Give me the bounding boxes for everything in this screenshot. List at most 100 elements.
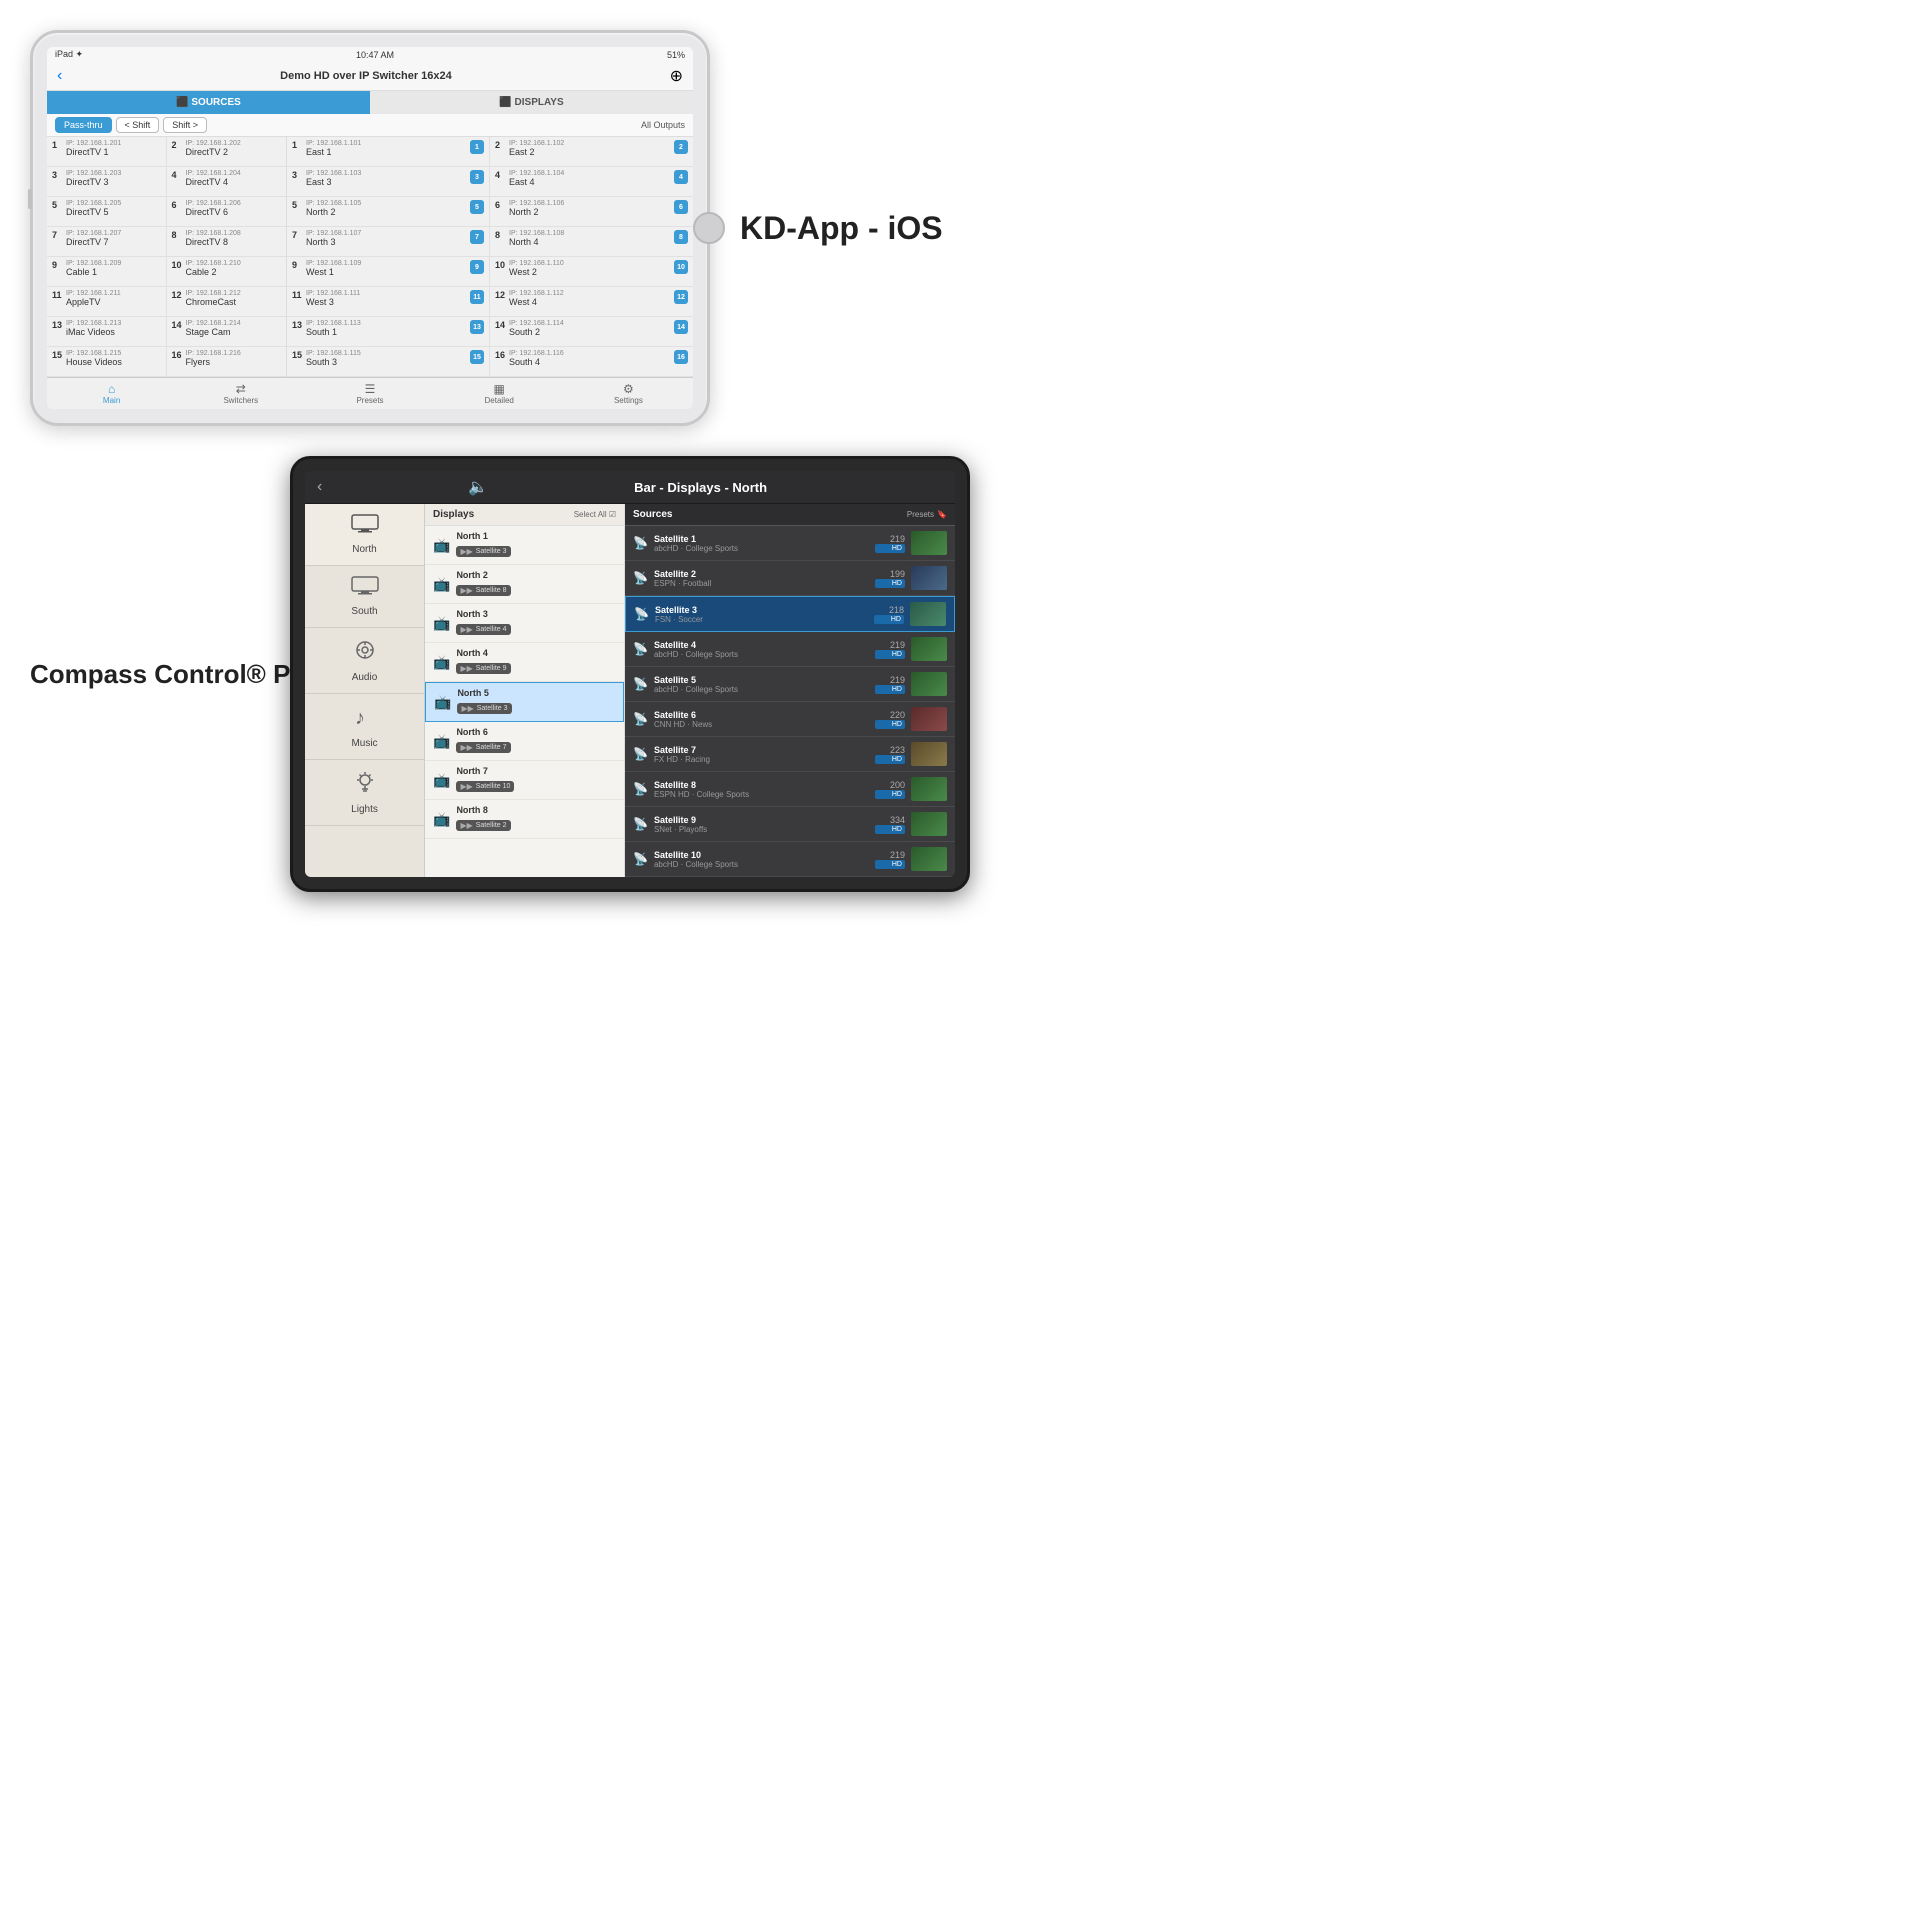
source-cell-12[interactable]: 12 IP: 192.168.1.212 ChromeCast bbox=[167, 287, 287, 317]
display-cell-14[interactable]: 14 14 IP: 192.168.1.114 South 2 bbox=[490, 317, 693, 347]
source-item-sat1[interactable]: 📡 Satellite 1 abcHD · College Sports 219… bbox=[625, 526, 955, 561]
tab-sources-label: ⬛ SOURCES bbox=[176, 97, 241, 108]
tablet-volume-icon[interactable]: 🔈 bbox=[468, 477, 488, 497]
display-item-north7[interactable]: 📺 North 7 ▶▶ Satellite 10 bbox=[425, 761, 624, 800]
north-display-icon bbox=[351, 514, 379, 540]
source-icon-9: 📡 bbox=[633, 817, 648, 831]
sources-grid: 1 IP: 192.168.1.201 DirectTV 1 2 IP: 192… bbox=[47, 137, 286, 377]
shift-left-button[interactable]: < Shift bbox=[116, 117, 160, 133]
display-tv-icon-3: 📺 bbox=[433, 615, 450, 632]
display-cell-8[interactable]: 8 8 IP: 192.168.1.108 North 4 bbox=[490, 227, 693, 257]
display-cell-7[interactable]: 7 7 IP: 192.168.1.107 North 3 bbox=[287, 227, 490, 257]
display-cell-5[interactable]: 5 5 IP: 192.168.1.105 North 2 bbox=[287, 197, 490, 227]
display-cell-6[interactable]: 6 6 IP: 192.168.1.106 North 2 bbox=[490, 197, 693, 227]
source-cell-3[interactable]: 3 IP: 192.168.1.203 DirectTV 3 bbox=[47, 167, 167, 197]
source-cell-14[interactable]: 14 IP: 192.168.1.214 Stage Cam bbox=[167, 317, 287, 347]
main-icon: ⌂ bbox=[49, 382, 174, 396]
source-thumb-1 bbox=[911, 531, 947, 555]
display-cell-13[interactable]: 13 13 IP: 192.168.1.113 South 1 bbox=[287, 317, 490, 347]
source-item-sat7[interactable]: 📡 Satellite 7 FX HD · Racing 223 HD bbox=[625, 737, 955, 772]
source-cell-13[interactable]: 13 IP: 192.168.1.213 iMac Videos bbox=[47, 317, 167, 347]
tab-sources[interactable]: ⬛ SOURCES bbox=[47, 91, 370, 114]
display-cell-4[interactable]: 4 4 IP: 192.168.1.104 East 4 bbox=[490, 167, 693, 197]
source-icon-10: 📡 bbox=[633, 852, 648, 866]
sidebar-item-lights[interactable]: Lights bbox=[305, 760, 424, 826]
tablet-screen: ‹ 🔈 Bar - Displays - North bbox=[305, 471, 955, 877]
source-cell-16[interactable]: 16 IP: 192.168.1.216 Flyers bbox=[167, 347, 287, 377]
ios-status-bar: iPad ✦ 10:47 AM 51% bbox=[47, 47, 693, 62]
display-item-north4[interactable]: 📺 North 4 ▶▶ Satellite 9 bbox=[425, 643, 624, 682]
display-cell-1[interactable]: 1 1 IP: 192.168.1.101 East 1 bbox=[287, 137, 490, 167]
display-item-north6[interactable]: 📺 North 6 ▶▶ Satellite 7 bbox=[425, 722, 624, 761]
source-item-sat3[interactable]: 📡 Satellite 3 FSN · Soccer 218 HD bbox=[625, 596, 955, 632]
tablet-sources-panel: Sources Presets 🔖 📡 Satellite 1 abcHD · … bbox=[625, 504, 955, 877]
bookmark-icon: 🔖 bbox=[937, 510, 947, 519]
tablet-back-button[interactable]: ‹ bbox=[317, 478, 322, 496]
display-cell-12[interactable]: 12 12 IP: 192.168.1.112 West 4 bbox=[490, 287, 693, 317]
tablet-content: North South bbox=[305, 504, 955, 877]
display-item-north3[interactable]: 📺 North 3 ▶▶ Satellite 4 bbox=[425, 604, 624, 643]
tab-displays[interactable]: ⬛ DISPLAYS bbox=[370, 91, 693, 114]
display-item-north1[interactable]: 📺 North 1 ▶▶ Satellite 3 bbox=[425, 526, 624, 565]
source-thumb-5 bbox=[911, 672, 947, 696]
bottom-tab-settings[interactable]: ⚙ Settings bbox=[564, 378, 693, 409]
source-cell-4[interactable]: 4 IP: 192.168.1.204 DirectTV 4 bbox=[167, 167, 287, 197]
source-item-sat10[interactable]: 📡 Satellite 10 abcHD · College Sports 21… bbox=[625, 842, 955, 877]
ios-nav-bar: ‹ Demo HD over IP Switcher 16x24 ⊕ bbox=[47, 62, 693, 91]
bottom-tab-presets[interactable]: ☰ Presets bbox=[305, 378, 434, 409]
sidebar-item-north[interactable]: North bbox=[305, 504, 424, 566]
display-cell-10[interactable]: 10 10 IP: 192.168.1.110 West 2 bbox=[490, 257, 693, 287]
select-all-button[interactable]: Select All ☑ bbox=[574, 510, 616, 519]
back-button[interactable]: ‹ bbox=[57, 67, 62, 85]
source-cell-7[interactable]: 7 IP: 192.168.1.207 DirectTV 7 bbox=[47, 227, 167, 257]
source-cell-15[interactable]: 15 IP: 192.168.1.215 House Videos bbox=[47, 347, 167, 377]
display-cell-2[interactable]: 2 2 IP: 192.168.1.102 East 2 bbox=[490, 137, 693, 167]
source-thumb-2 bbox=[911, 566, 947, 590]
source-icon-1: 📡 bbox=[633, 536, 648, 550]
bottom-tab-detailed[interactable]: ▦ Detailed bbox=[435, 378, 564, 409]
source-cell-1[interactable]: 1 IP: 192.168.1.201 DirectTV 1 bbox=[47, 137, 167, 167]
display-cell-9[interactable]: 9 9 IP: 192.168.1.109 West 1 bbox=[287, 257, 490, 287]
presets-button[interactable]: Presets 🔖 bbox=[907, 510, 947, 519]
displays-panel: 1 1 IP: 192.168.1.101 East 1 2 2 IP: 192… bbox=[287, 137, 693, 377]
source-cell-8[interactable]: 8 IP: 192.168.1.208 DirectTV 8 bbox=[167, 227, 287, 257]
display-item-north2[interactable]: 📺 North 2 ▶▶ Satellite 8 bbox=[425, 565, 624, 604]
bottom-section: Compass Control® Pro ‹ 🔈 Bar - Displays … bbox=[0, 446, 1060, 912]
bottom-tab-switchers[interactable]: ⇄ Switchers bbox=[176, 378, 305, 409]
passthru-button[interactable]: Pass-thru bbox=[55, 117, 112, 133]
source-item-sat5[interactable]: 📡 Satellite 5 abcHD · College Sports 219… bbox=[625, 667, 955, 702]
display-cell-3[interactable]: 3 3 IP: 192.168.1.103 East 3 bbox=[287, 167, 490, 197]
source-cell-11[interactable]: 11 IP: 192.168.1.211 AppleTV bbox=[47, 287, 167, 317]
display-item-north8[interactable]: 📺 North 8 ▶▶ Satellite 2 bbox=[425, 800, 624, 839]
source-item-sat9[interactable]: 📡 Satellite 9 SNet · Playoffs 334 HD bbox=[625, 807, 955, 842]
shift-right-button[interactable]: Shift > bbox=[163, 117, 207, 133]
sidebar-item-music[interactable]: ♪ Music bbox=[305, 694, 424, 760]
source-cell-5[interactable]: 5 IP: 192.168.1.205 DirectTV 5 bbox=[47, 197, 167, 227]
source-cell-2[interactable]: 2 IP: 192.168.1.202 DirectTV 2 bbox=[167, 137, 287, 167]
sidebar-item-audio[interactable]: Audio bbox=[305, 628, 424, 694]
source-cell-6[interactable]: 6 IP: 192.168.1.206 DirectTV 6 bbox=[167, 197, 287, 227]
presets-label: Presets bbox=[356, 396, 383, 405]
display-item-north5[interactable]: 📺 North 5 ▶▶ Satellite 3 bbox=[425, 682, 624, 722]
source-cell-10[interactable]: 10 IP: 192.168.1.210 Cable 2 bbox=[167, 257, 287, 287]
all-outputs-label: All Outputs bbox=[641, 120, 685, 130]
sidebar-item-south[interactable]: South bbox=[305, 566, 424, 628]
switchers-icon: ⇄ bbox=[178, 382, 303, 396]
display-cell-15[interactable]: 15 15 IP: 192.168.1.115 South 3 bbox=[287, 347, 490, 377]
source-cell-9[interactable]: 9 IP: 192.168.1.209 Cable 1 bbox=[47, 257, 167, 287]
display-tv-icon-4: 📺 bbox=[433, 654, 450, 671]
source-item-sat8[interactable]: 📡 Satellite 8 ESPN HD · College Sports 2… bbox=[625, 772, 955, 807]
display-info-north1: North 1 ▶▶ Satellite 3 bbox=[456, 531, 616, 559]
source-item-sat2[interactable]: 📡 Satellite 2 ESPN · Football 199 HD bbox=[625, 561, 955, 596]
ipad-screen: iPad ✦ 10:47 AM 51% ‹ Demo HD over IP Sw… bbox=[47, 47, 693, 409]
nav-title: Demo HD over IP Switcher 16x24 bbox=[280, 70, 452, 82]
display-cell-16[interactable]: 16 16 IP: 192.168.1.116 South 4 bbox=[490, 347, 693, 377]
source-item-sat6[interactable]: 📡 Satellite 6 CNN HD · News 220 HD bbox=[625, 702, 955, 737]
sources-panel-header: Sources Presets 🔖 bbox=[625, 504, 955, 526]
ipad-home-button[interactable] bbox=[693, 212, 725, 244]
source-item-sat4[interactable]: 📡 Satellite 4 abcHD · College Sports 219… bbox=[625, 632, 955, 667]
display-cell-11[interactable]: 11 11 IP: 192.168.1.111 West 3 bbox=[287, 287, 490, 317]
display-tv-icon-5: 📺 bbox=[434, 694, 451, 711]
ipad-device: iPad ✦ 10:47 AM 51% ‹ Demo HD over IP Sw… bbox=[30, 30, 710, 426]
bottom-tab-main[interactable]: ⌂ Main bbox=[47, 378, 176, 409]
